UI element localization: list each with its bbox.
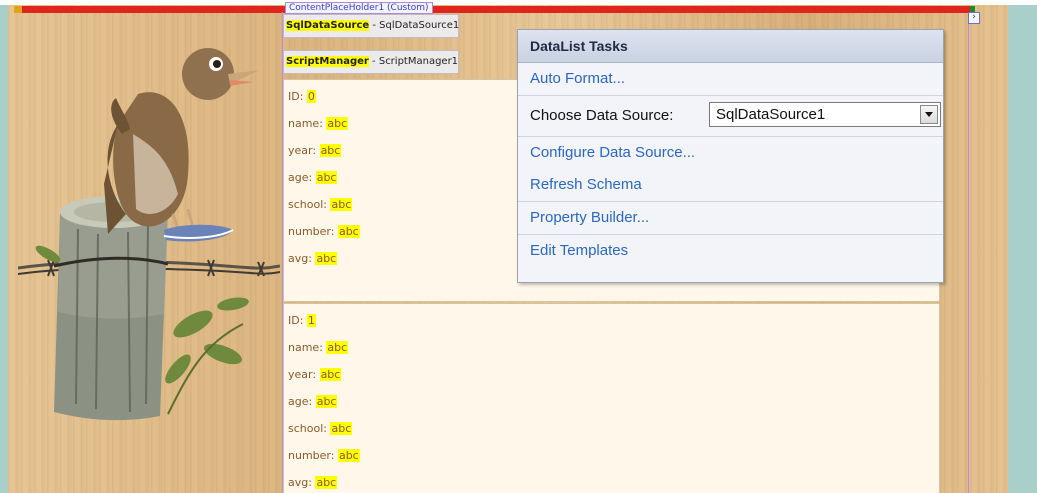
field-year: year: abc (288, 144, 342, 157)
data-source-value: SqlDataSource1 (716, 106, 826, 123)
configure-data-source-link[interactable]: Configure Data Source... (518, 137, 943, 169)
sqldatasource-control[interactable]: SqlDataSource - SqlDataSource1 (283, 14, 459, 38)
chevron-down-icon[interactable] (920, 105, 938, 124)
edit-templates-link[interactable]: Edit Templates (518, 235, 943, 267)
field-avg: avg: abc (288, 252, 338, 265)
field-value: abc (319, 368, 342, 381)
scriptmanager-id: - ScriptManager1 (368, 56, 459, 67)
sqldatasource-type: SqlDataSource (286, 20, 370, 31)
field-value: abc (326, 341, 349, 354)
datalist-item[interactable]: ID: 1 name: abc year: abc age: abc schoo… (283, 303, 940, 493)
field-id: ID: 0 (288, 90, 316, 103)
field-school: school: abc (288, 198, 353, 211)
right-margin (1008, 5, 1037, 493)
field-name: name: abc (288, 341, 349, 354)
field-number: number: abc (288, 225, 360, 238)
field-value: abc (330, 198, 353, 211)
scriptmanager-control[interactable]: ScriptManager - ScriptManager1 (283, 50, 459, 74)
field-value: abc (319, 144, 342, 157)
data-source-select[interactable]: SqlDataSource1 (709, 102, 941, 127)
field-avg: avg: abc (288, 476, 338, 489)
field-value: 1 (306, 314, 316, 327)
tasks-title: DataList Tasks (518, 30, 943, 63)
auto-format-link[interactable]: Auto Format... (518, 63, 943, 95)
field-value: abc (326, 117, 349, 130)
property-builder-link[interactable]: Property Builder... (518, 202, 943, 234)
sqldatasource-spacer (283, 38, 459, 50)
refresh-schema-link[interactable]: Refresh Schema (518, 169, 943, 201)
field-value: abc (330, 422, 353, 435)
field-number: number: abc (288, 449, 360, 462)
bird-illustration (17, 24, 281, 424)
scriptmanager-type: ScriptManager (286, 56, 369, 67)
field-value: 0 (306, 90, 316, 103)
smart-tag-arrow-icon[interactable]: › (968, 12, 980, 24)
field-value: abc (337, 449, 360, 462)
field-year: year: abc (288, 368, 342, 381)
field-id: ID: 1 (288, 314, 316, 327)
choose-data-source-label: Choose Data Source: (530, 107, 674, 124)
field-age: age: abc (288, 171, 338, 184)
field-value: abc (315, 476, 338, 489)
choose-data-source-row: Choose Data Source: SqlDataSource1 (518, 96, 943, 136)
field-value: abc (315, 395, 338, 408)
field-value: abc (315, 171, 338, 184)
field-age: age: abc (288, 395, 338, 408)
field-school: school: abc (288, 422, 353, 435)
field-name: name: abc (288, 117, 349, 130)
datalist-tasks-panel: DataList Tasks Auto Format... Choose Dat… (517, 29, 944, 283)
master-page-bar-start (14, 6, 22, 13)
sqldatasource-id: - SqlDataSource1 (369, 20, 460, 31)
field-value: abc (315, 252, 338, 265)
field-value: abc (337, 225, 360, 238)
